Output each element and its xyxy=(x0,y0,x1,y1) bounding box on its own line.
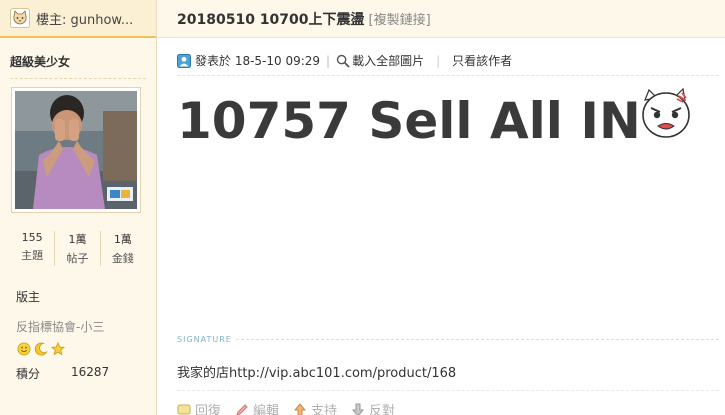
user-stats: 155 主題 1萬 帖子 1萬 金錢 xyxy=(10,231,145,266)
reply-label: 回復 xyxy=(195,404,222,415)
user-rank: 版主 xyxy=(16,290,41,304)
signature-text[interactable]: 我家的店http://vip.abc101.com/product/168 xyxy=(177,362,456,381)
stat-value: 1萬 xyxy=(68,233,87,246)
moon-icon xyxy=(33,341,48,356)
thread-title: 20180510 10700上下震盪 xyxy=(177,11,365,28)
post-main: 20180510 10700上下震盪 [複製鏈接] 發表於 18-5-10 09… xyxy=(157,0,725,415)
divider xyxy=(177,75,719,76)
posted-time: 發表於 18-5-10 09:29 xyxy=(195,54,321,68)
user-icon xyxy=(177,53,191,68)
post-meta: 發表於 18-5-10 09:29 | 載入全部圖片 | 只看該作者 xyxy=(177,52,725,69)
op-bar: 樓主: gunhow... xyxy=(0,0,156,38)
stat-label: 帖子 xyxy=(66,252,89,265)
edit-button[interactable]: 編輯 xyxy=(235,400,279,415)
user-credits: 積分 16287 xyxy=(16,365,156,382)
credits-value: 16287 xyxy=(71,365,110,379)
reply-icon xyxy=(177,404,191,414)
post-content: 10757 Sell All IN xyxy=(177,88,725,146)
stat-threads[interactable]: 155 主題 xyxy=(10,231,56,266)
stat-value: 1萬 xyxy=(113,233,132,246)
author-sidebar: 樓主: gunhow... 超級美少女 155 主題 1萬 帖子 1萬 金錢 版… xyxy=(0,0,157,415)
stat-posts[interactable]: 1萬 帖子 xyxy=(55,231,101,266)
angry-face-icon xyxy=(641,88,690,138)
separator: | xyxy=(436,53,441,68)
signature-divider: SIGNATURE xyxy=(177,335,719,344)
smiley-icon xyxy=(16,341,31,356)
star-icon xyxy=(50,341,65,356)
only-author-link[interactable]: 只看該作者 xyxy=(452,52,512,69)
medals xyxy=(16,341,156,356)
avatar[interactable] xyxy=(11,87,141,213)
stat-label: 金錢 xyxy=(111,252,134,265)
oppose-button[interactable]: 反對 xyxy=(351,400,395,415)
reply-button[interactable]: 回復 xyxy=(177,400,221,415)
load-images-link[interactable]: 載入全部圖片 xyxy=(352,52,424,69)
thumbs-down-icon xyxy=(351,403,365,415)
user-group[interactable]: 反指標協會-小三 xyxy=(16,318,156,335)
support-label: 支持 xyxy=(311,404,338,415)
separator: | xyxy=(326,53,331,68)
username[interactable]: 超級美少女 xyxy=(10,53,156,70)
thread-header: 20180510 10700上下震盪 [複製鏈接] xyxy=(157,0,725,38)
stat-label: 主題 xyxy=(21,249,44,262)
signature-label: SIGNATURE xyxy=(177,335,232,344)
support-button[interactable]: 支持 xyxy=(293,400,337,415)
op-label[interactable]: 樓主: gunhow... xyxy=(36,9,133,28)
post-text: 10757 Sell All IN xyxy=(177,92,641,150)
thumbs-up-icon xyxy=(293,402,307,415)
oppose-label: 反對 xyxy=(369,404,396,415)
search-icon xyxy=(336,54,350,68)
stat-money[interactable]: 1萬 金錢 xyxy=(101,231,145,266)
post-actions: 回復 編輯 支持 反對 xyxy=(177,400,395,415)
copy-link-button[interactable]: [複製鏈接] xyxy=(369,9,431,28)
pencil-icon xyxy=(236,403,248,415)
divider xyxy=(10,78,146,79)
edit-label: 編輯 xyxy=(253,404,280,415)
signature-rule xyxy=(235,339,719,340)
cat-icon xyxy=(10,8,30,28)
credits-label: 積分 xyxy=(16,367,41,381)
stat-value: 155 xyxy=(21,231,43,244)
divider xyxy=(177,390,719,391)
